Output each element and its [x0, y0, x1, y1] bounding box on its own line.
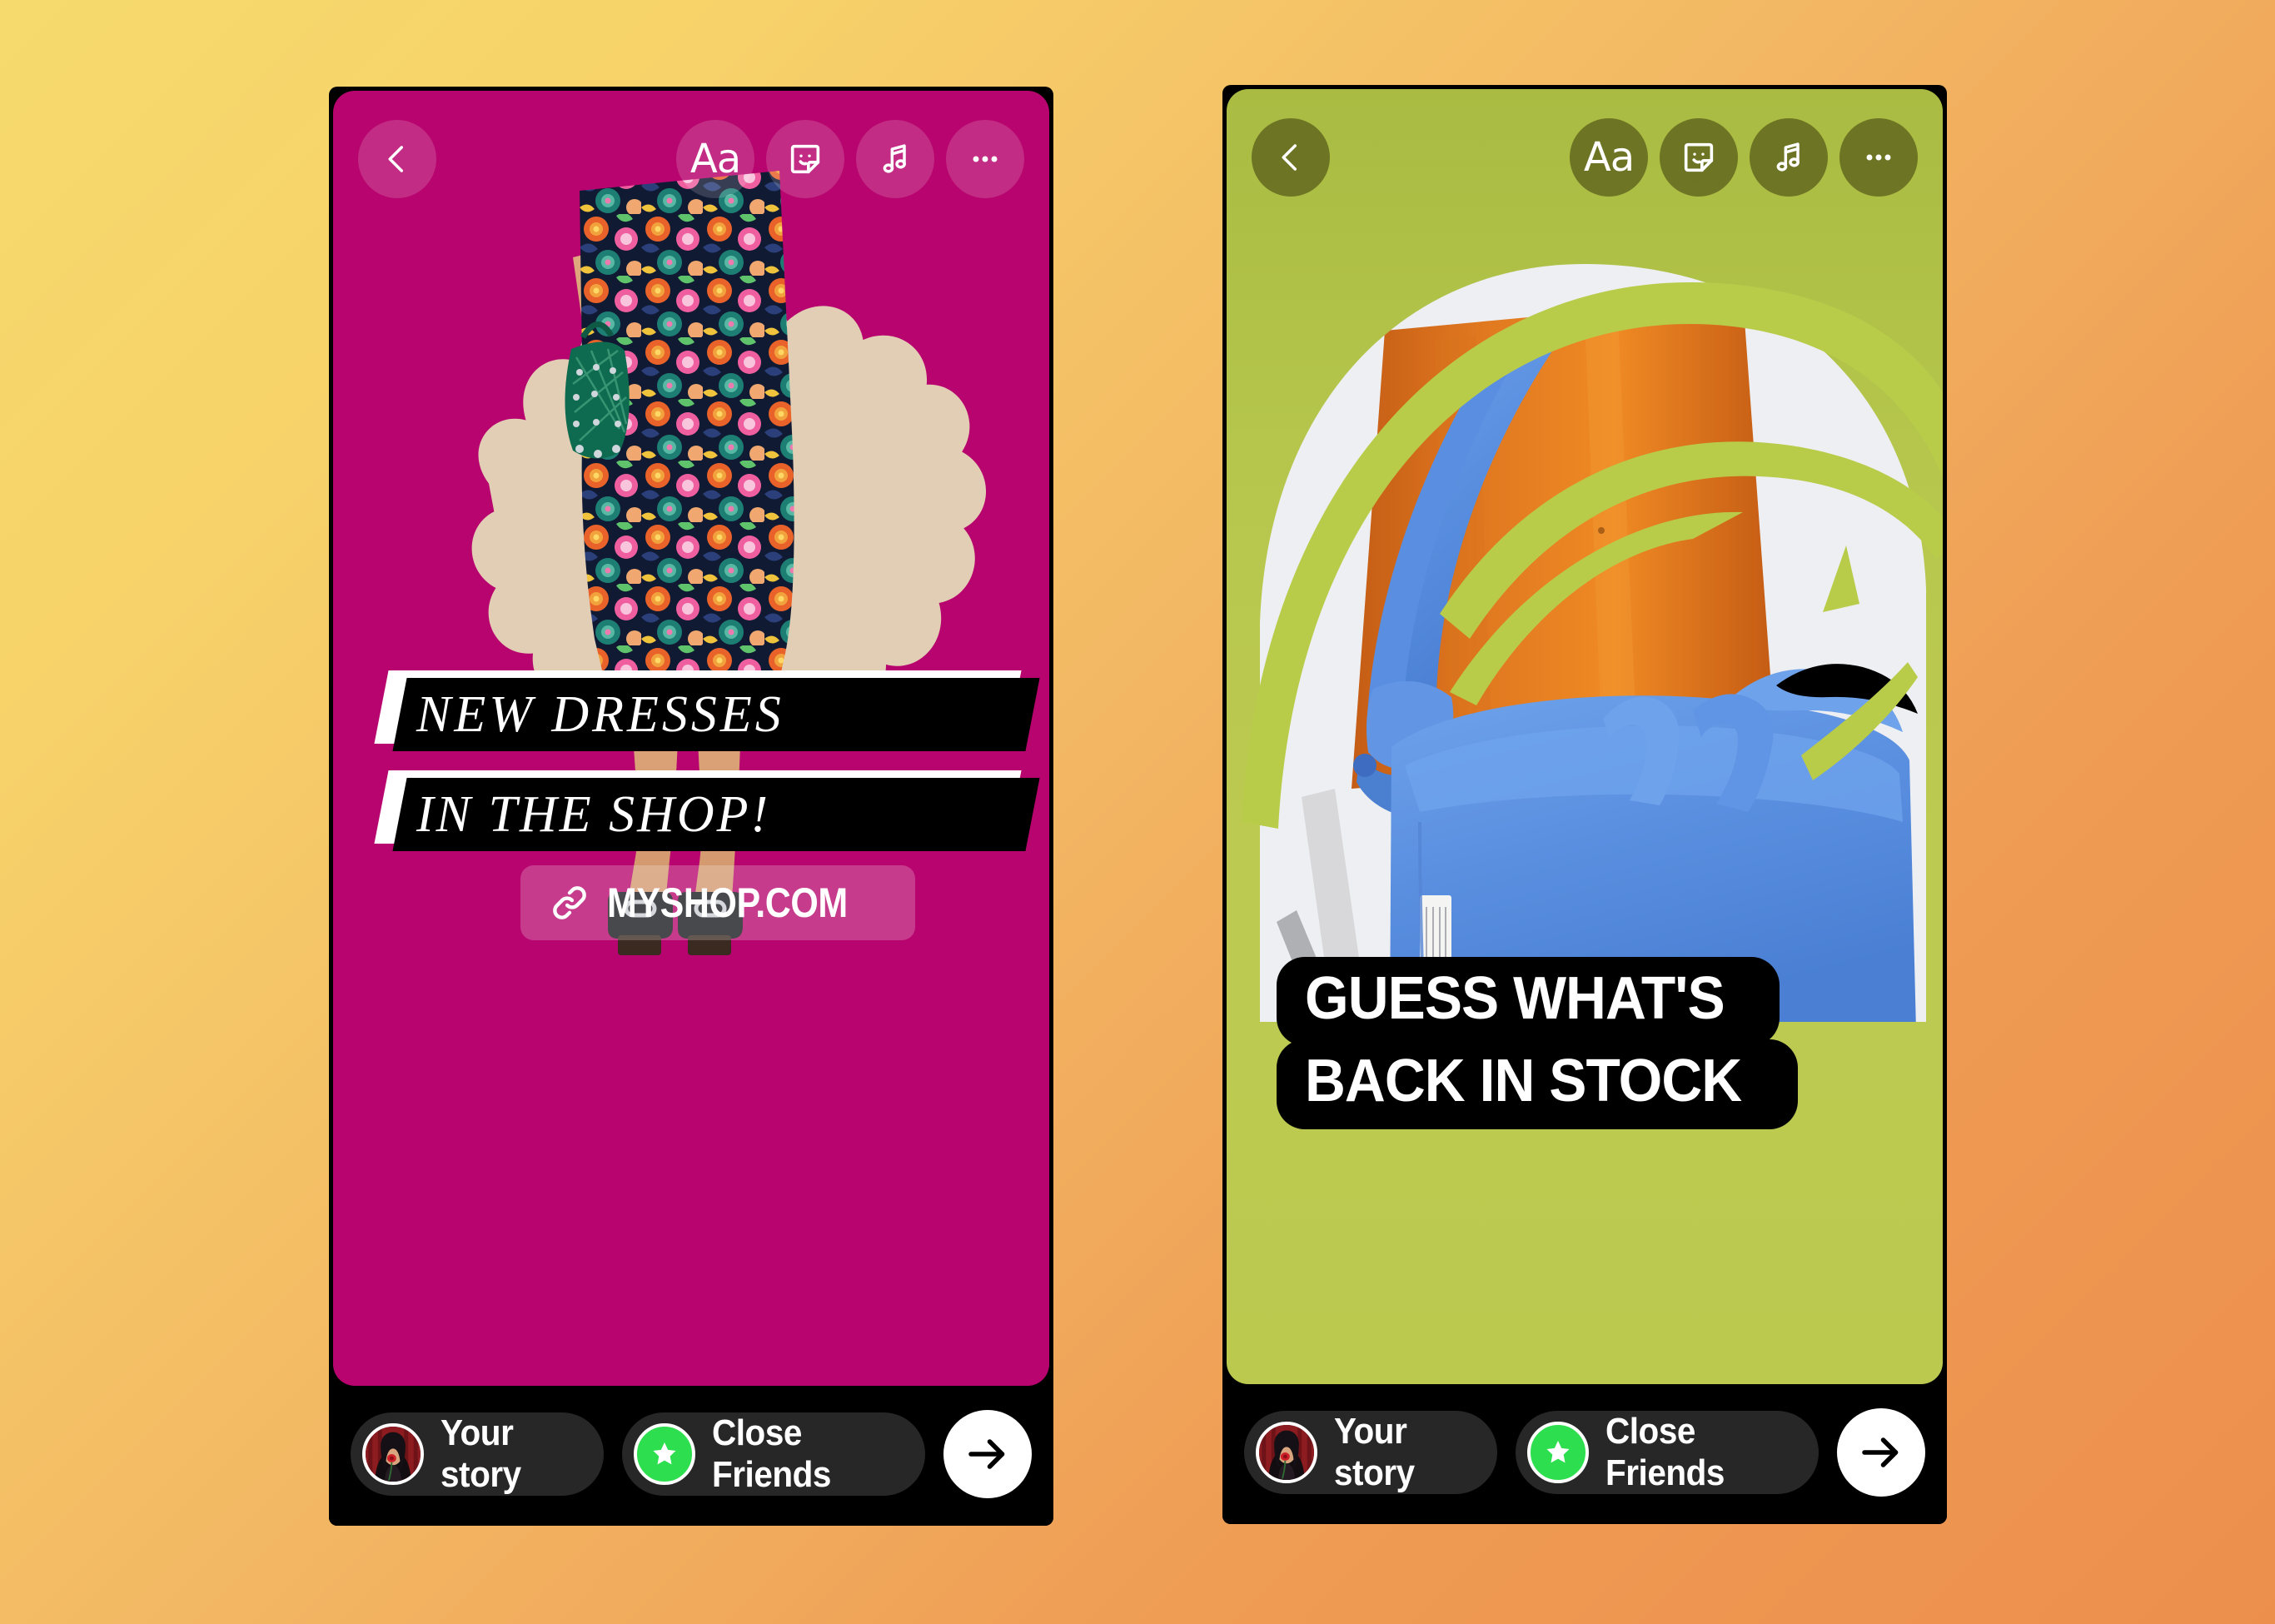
sticker-tool-button[interactable] — [766, 120, 844, 198]
story-canvas-2[interactable]: Aa GUESS WHAT'S BACK IN STOCK — [1227, 89, 1943, 1384]
story-editor-phone-2: Aa GUESS WHAT'S BACK IN STOCK Your story… — [1222, 85, 1947, 1524]
screenshot-stage: Aa NEW DRESSES IN THE SHOP! MYSHOP.COM Y… — [0, 0, 2275, 1624]
close-friends-button[interactable]: Close Friends — [621, 1412, 925, 1496]
sticker-icon — [790, 144, 820, 174]
star-icon — [653, 1442, 676, 1465]
link-icon — [553, 886, 586, 919]
share-bar-2: Your story Close Friends — [1222, 1384, 1947, 1524]
music-note-icon — [1776, 142, 1800, 172]
back-button[interactable] — [1252, 118, 1330, 197]
sticker-icon — [1684, 142, 1714, 172]
sticker-tool-button[interactable] — [1660, 118, 1738, 197]
music-tool-button[interactable] — [856, 120, 934, 198]
story-editor-phone-1: Aa NEW DRESSES IN THE SHOP! MYSHOP.COM Y… — [329, 87, 1053, 1526]
text-tool-button[interactable]: Aa — [676, 120, 754, 198]
your-story-label: Your story — [1334, 1411, 1415, 1493]
avatar-image — [366, 1427, 421, 1482]
headline-band-line-1: NEW DRESSES — [374, 670, 1040, 751]
your-story-label: Your story — [441, 1412, 521, 1495]
headline-bar-line-2: BACK IN STOCK — [1277, 1039, 1798, 1129]
story-canvas-1[interactable]: Aa NEW DRESSES IN THE SHOP! MYSHOP.COM — [333, 91, 1049, 1386]
music-tool-button[interactable] — [1750, 118, 1828, 197]
close-friends-label: Close Friends — [711, 1412, 831, 1495]
headline-text-line-1: NEW DRESSES — [416, 685, 784, 743]
text-tool-label: Aa — [689, 136, 741, 182]
headline-text-line-1: GUESS WHAT'S — [1305, 965, 1725, 1032]
arrow-right-icon — [968, 1439, 1005, 1469]
story-toolbar-1: Aa — [333, 119, 1049, 199]
avatar — [1256, 1422, 1317, 1483]
headline-bar-line-1: GUESS WHAT'S — [1277, 957, 1780, 1047]
story-artwork-2 — [1242, 264, 1943, 1022]
send-button[interactable] — [1837, 1408, 1925, 1497]
headline-band-line-2: IN THE SHOP! — [374, 770, 1040, 851]
star-icon — [1546, 1441, 1570, 1463]
headline-banners-2[interactable]: GUESS WHAT'S BACK IN STOCK — [1277, 957, 1893, 1129]
headline-banners-1[interactable]: NEW DRESSES IN THE SHOP! — [374, 670, 1040, 878]
more-options-button[interactable] — [946, 120, 1024, 198]
back-button[interactable] — [358, 120, 436, 198]
ellipsis-icon — [1866, 154, 1891, 161]
ellipsis-icon — [973, 156, 998, 162]
share-bar-1: Your story Close Friends — [329, 1386, 1053, 1526]
close-friends-badge — [633, 1423, 695, 1485]
your-story-button[interactable]: Your story — [1244, 1411, 1497, 1494]
arrow-right-icon — [1862, 1437, 1899, 1467]
your-story-button[interactable]: Your story — [351, 1412, 604, 1496]
headline-text-line-2: IN THE SHOP! — [416, 785, 771, 843]
close-friends-button[interactable]: Close Friends — [1515, 1411, 1819, 1494]
story-toolbar-2: Aa — [1227, 117, 1943, 197]
chevron-left-icon — [1282, 144, 1297, 171]
send-button[interactable] — [943, 1410, 1032, 1498]
text-tool-button[interactable]: Aa — [1570, 118, 1648, 197]
chevron-left-icon — [388, 146, 403, 172]
close-friends-label: Close Friends — [1605, 1411, 1725, 1493]
music-note-icon — [883, 144, 906, 173]
link-sticker[interactable]: MYSHOP.COM — [520, 865, 915, 940]
more-options-button[interactable] — [1839, 118, 1918, 197]
link-sticker-label: MYSHOP.COM — [607, 879, 848, 926]
text-tool-label: Aa — [1583, 134, 1635, 181]
close-friends-badge — [1526, 1422, 1589, 1483]
avatar-image — [1259, 1425, 1314, 1480]
avatar — [362, 1423, 424, 1485]
headline-text-line-2: BACK IN STOCK — [1305, 1048, 1742, 1115]
